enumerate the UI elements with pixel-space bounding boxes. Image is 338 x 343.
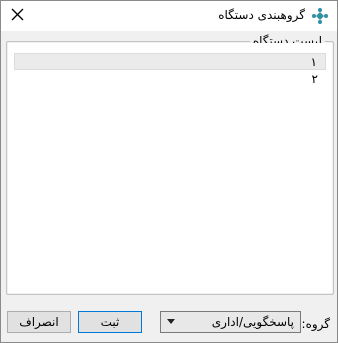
list-item[interactable]: ۱ — [14, 53, 326, 70]
list-item[interactable]: ۲ — [14, 71, 326, 88]
group-label: گروه: — [301, 317, 330, 331]
device-list-groupbox: لیست دستگاه ۱ ۲ — [6, 34, 334, 295]
group-select[interactable]: پاسخگویی/اداری — [160, 311, 301, 333]
close-button[interactable] — [7, 4, 29, 26]
title-bar: گروهبندی دستگاه — [1, 1, 337, 31]
window-title: گروهبندی دستگاه — [218, 8, 305, 22]
cancel-button[interactable]: انصراف — [7, 311, 71, 333]
device-list[interactable]: ۱ ۲ — [8, 43, 332, 293]
chevron-down-icon[interactable] — [167, 319, 175, 324]
dialog-window: گروهبندی دستگاه لیست دستگاه ۱ ۲ گروه: پا… — [0, 0, 338, 343]
group-select-value: پاسخگویی/اداری — [211, 315, 294, 329]
close-icon — [11, 8, 24, 21]
submit-button[interactable]: ثبت — [78, 311, 142, 333]
app-icon — [312, 8, 328, 24]
